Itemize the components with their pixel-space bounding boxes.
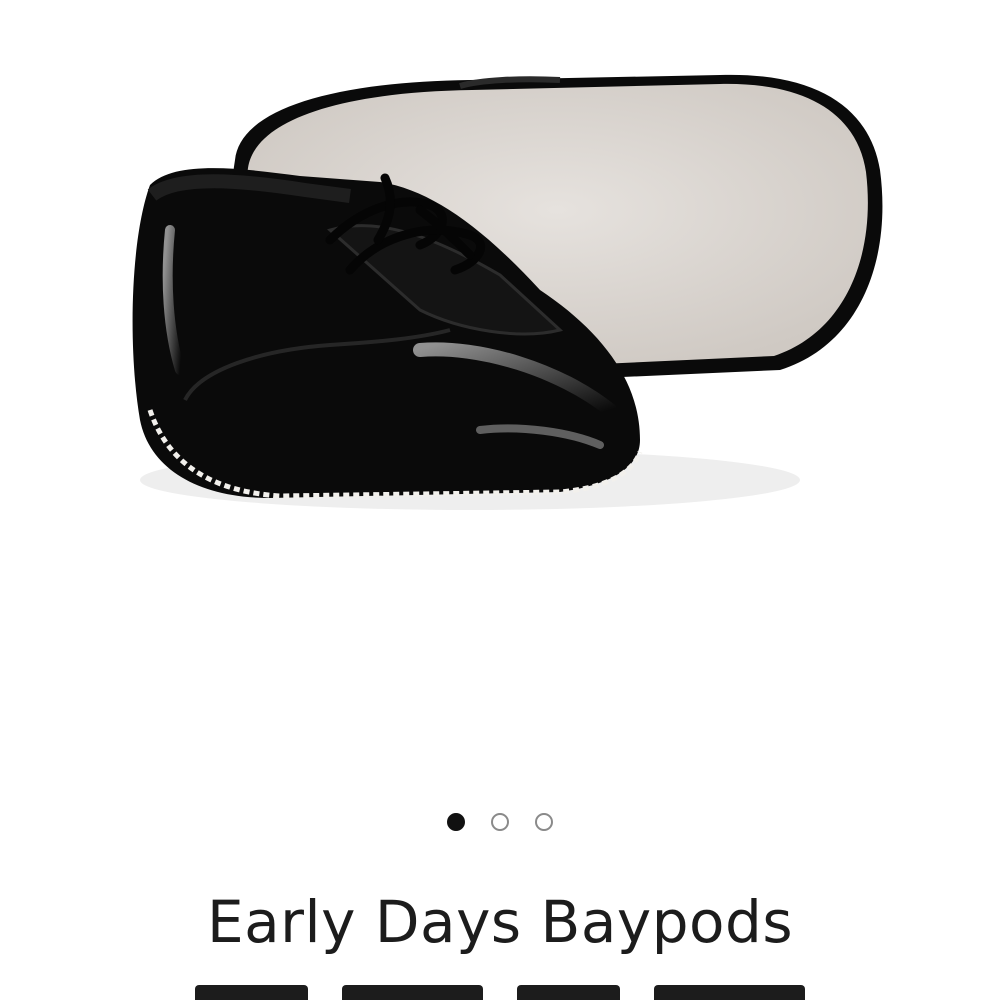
product-subtitle-cutoff: [195, 985, 805, 1000]
carousel-dot-1[interactable]: [447, 813, 465, 831]
product-image[interactable]: [0, 0, 1000, 780]
carousel-dots: [0, 813, 1000, 831]
cutoff-text-fragment: [195, 985, 308, 1000]
cutoff-text-fragment: [341, 985, 483, 1000]
cutoff-text-fragment: [654, 985, 805, 1000]
cutoff-text-fragment: [517, 985, 621, 1000]
product-page: Early Days Baypods: [0, 0, 1000, 1000]
product-title: Early Days Baypods: [206, 888, 794, 956]
carousel-dot-2[interactable]: [491, 813, 509, 831]
carousel-dot-3[interactable]: [535, 813, 553, 831]
